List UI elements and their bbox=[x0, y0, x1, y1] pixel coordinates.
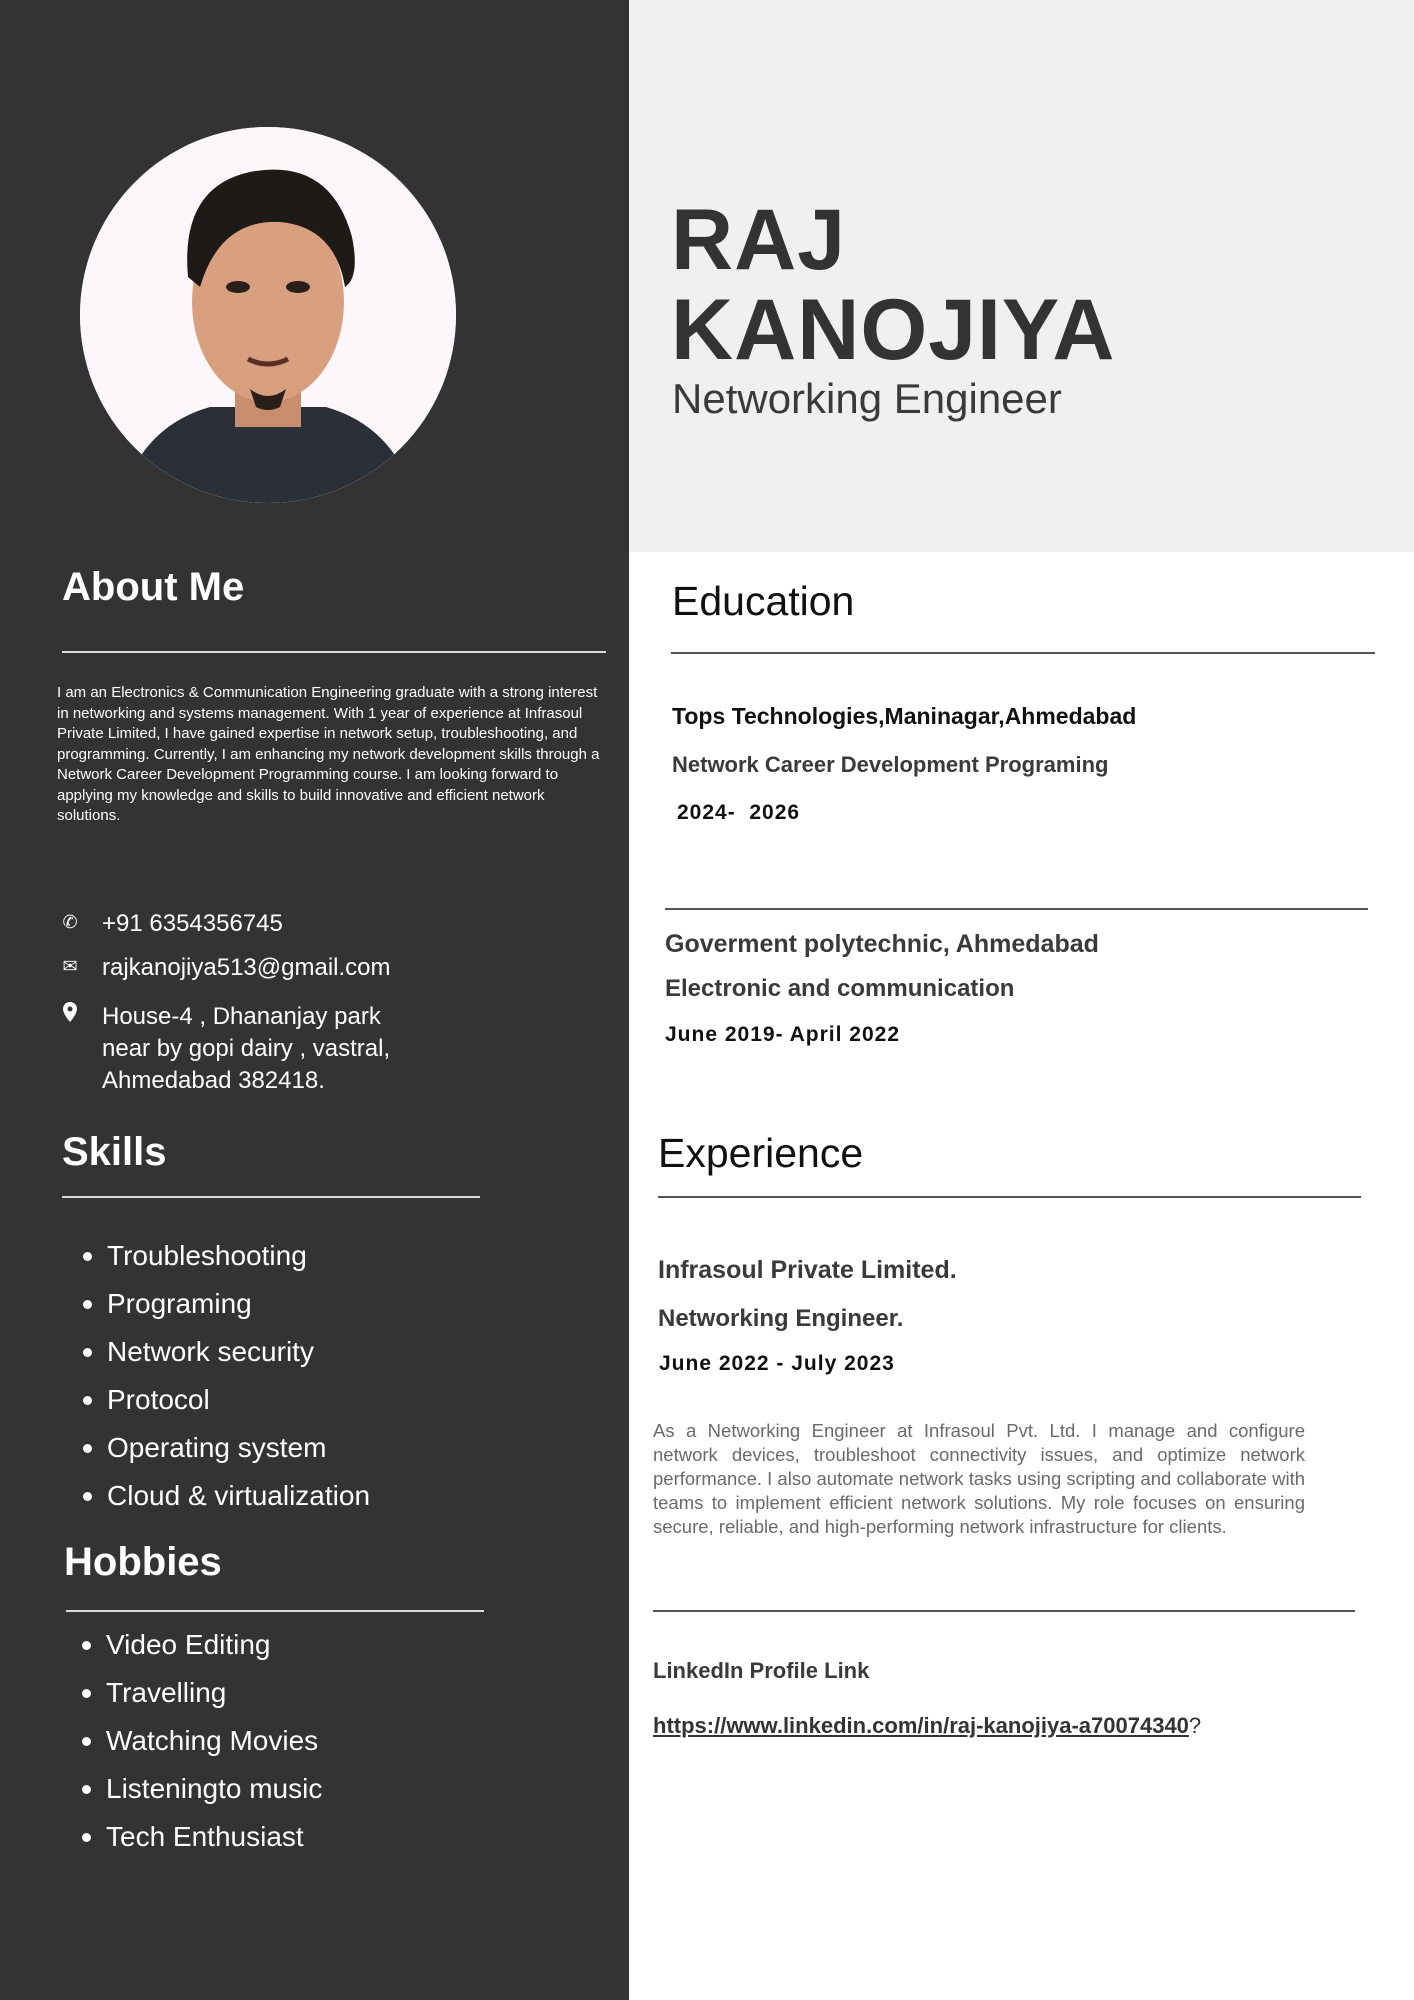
list-item: Video Editing bbox=[82, 1621, 322, 1669]
address-line-1: House-4 , Dhananjay park bbox=[102, 1003, 381, 1030]
bullet-icon bbox=[82, 1785, 91, 1794]
bullet-icon bbox=[82, 1689, 91, 1698]
last-name: KANOJIYA bbox=[671, 282, 1116, 378]
bullet-icon bbox=[83, 1396, 92, 1405]
location-pin-icon bbox=[63, 1002, 77, 1027]
list-item: Cloud & virtualization bbox=[83, 1472, 370, 1520]
education-institution-2: Goverment polytechnic, Ahmedabad bbox=[665, 930, 1099, 958]
about-text: I am an Electronics & Communication Engi… bbox=[57, 684, 600, 824]
bullet-icon bbox=[83, 1300, 92, 1309]
experience-company: Infrasoul Private Limited. bbox=[658, 1256, 957, 1284]
education-divider-2 bbox=[665, 908, 1368, 910]
list-item: Tech Enthusiast bbox=[82, 1813, 322, 1861]
experience-divider bbox=[658, 1196, 1361, 1198]
experience-dates: June 2022 - July 2023 bbox=[659, 1352, 895, 1375]
address-line-2: near by gopi dairy , vastral, bbox=[102, 1035, 391, 1062]
experience-description: As a Networking Engineer at Infrasoul Pv… bbox=[653, 1420, 1305, 1537]
education-course-1: Network Career Development Programing bbox=[672, 752, 1109, 777]
bullet-icon bbox=[82, 1833, 91, 1842]
education-dates-2: June 2019- April 2022 bbox=[665, 1023, 900, 1046]
bullet-icon bbox=[83, 1492, 92, 1501]
experience-position: Networking Engineer. bbox=[658, 1305, 904, 1332]
linkedin-label: LinkedIn Profile Link bbox=[653, 1658, 870, 1683]
about-heading: About Me bbox=[62, 565, 245, 609]
bullet-icon bbox=[83, 1348, 92, 1357]
list-item: Listeningto music bbox=[82, 1765, 322, 1813]
experience-heading: Experience bbox=[658, 1130, 864, 1176]
profile-portrait-icon bbox=[80, 127, 456, 503]
address-line-3: Ahmedabad 382418. bbox=[102, 1067, 325, 1094]
education-dates-1: 2024- 2026 bbox=[677, 801, 801, 824]
hobbies-heading: Hobbies bbox=[64, 1540, 222, 1584]
bullet-icon bbox=[82, 1737, 91, 1746]
hobbies-divider bbox=[66, 1610, 484, 1612]
list-item: Programing bbox=[83, 1280, 370, 1328]
list-item: Travelling bbox=[82, 1669, 322, 1717]
phone-icon: ✆ bbox=[62, 912, 78, 932]
list-item: Watching Movies bbox=[82, 1717, 322, 1765]
job-title: Networking Engineer bbox=[672, 375, 1062, 422]
bullet-icon bbox=[83, 1252, 92, 1261]
linkedin-row: https://www.linkedin.com/in/raj-kanojiya… bbox=[653, 1713, 1201, 1739]
list-item: Operating system bbox=[83, 1424, 370, 1472]
skills-heading: Skills bbox=[62, 1130, 167, 1174]
bullet-icon bbox=[83, 1444, 92, 1453]
education-heading: Education bbox=[672, 578, 855, 624]
education-divider bbox=[671, 652, 1375, 654]
education-course-2: Electronic and communication bbox=[665, 975, 1015, 1002]
skills-divider bbox=[62, 1196, 480, 1198]
linkedin-divider bbox=[653, 1610, 1355, 1612]
linkedin-link[interactable]: https://www.linkedin.com/in/raj-kanojiya… bbox=[653, 1713, 1189, 1738]
email-address[interactable]: rajkanojiya513@gmail.com bbox=[102, 952, 391, 984]
list-item: Troubleshooting bbox=[83, 1232, 370, 1280]
phone-number[interactable]: +91 6354356745 bbox=[102, 908, 283, 940]
first-name: RAJ bbox=[671, 192, 847, 288]
hobbies-list: Video Editing Travelling Watching Movies… bbox=[82, 1621, 322, 1861]
bullet-icon bbox=[82, 1641, 91, 1650]
profile-photo bbox=[80, 127, 456, 503]
list-item: Protocol bbox=[83, 1376, 370, 1424]
education-institution-1: Tops Technologies,Maninagar,Ahmedabad bbox=[672, 703, 1137, 729]
mail-icon: ✉ bbox=[62, 956, 78, 976]
list-item: Network security bbox=[83, 1328, 370, 1376]
about-divider bbox=[62, 651, 606, 653]
linkedin-suffix: ? bbox=[1188, 1713, 1202, 1738]
skills-list: Troubleshooting Programing Network secur… bbox=[83, 1232, 370, 1520]
